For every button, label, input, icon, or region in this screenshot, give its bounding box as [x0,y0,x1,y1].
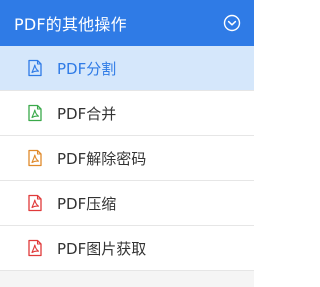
menu-item-label: PDF分割 [57,59,117,78]
pdf-other-operations-panel: PDF的其他操作 PDF分割 PDF合并 PDF解除密码 PDF压缩 PDF图片… [0,0,254,287]
pdf-split-icon [26,59,44,77]
menu-item-label: PDF解除密码 [57,149,147,168]
panel-header[interactable]: PDF的其他操作 [0,0,254,46]
menu-item-pdf-unlock[interactable]: PDF解除密码 [0,136,254,181]
menu-item-pdf-merge[interactable]: PDF合并 [0,91,254,136]
pdf-merge-icon [26,104,44,122]
pdf-compress-icon [26,194,44,212]
menu-item-label: PDF图片获取 [57,239,147,258]
menu-item-label: PDF压缩 [57,194,117,213]
menu-item-pdf-compress[interactable]: PDF压缩 [0,181,254,226]
operations-menu: PDF分割 PDF合并 PDF解除密码 PDF压缩 PDF图片获取 [0,46,254,271]
menu-item-pdf-split[interactable]: PDF分割 [0,46,254,91]
panel-title: PDF的其他操作 [14,15,127,34]
menu-item-label: PDF合并 [57,104,117,123]
pdf-image-extract-icon [26,239,44,257]
chevron-down-circle-icon[interactable] [222,13,242,33]
menu-item-pdf-image-extract[interactable]: PDF图片获取 [0,226,254,271]
panel-footer [0,271,254,287]
pdf-unlock-icon [26,149,44,167]
